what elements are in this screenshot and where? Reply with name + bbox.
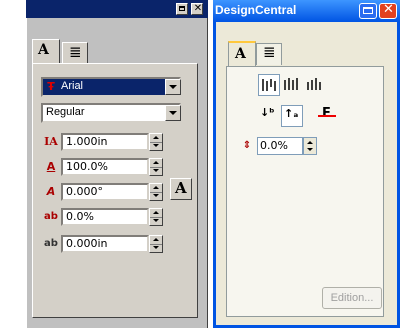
subscript-button[interactable]: ↑ₐ (281, 105, 303, 127)
align-center-icon (284, 78, 298, 90)
style-dropdown-button[interactable] (165, 105, 181, 121)
font-size-icon: IA (44, 135, 58, 148)
character-tab-icon: A (38, 42, 49, 58)
obliquing-icon: A (46, 185, 56, 198)
close-icon: ✕ (193, 3, 203, 14)
strike-line (318, 115, 336, 117)
character-panel: ↓ᵇ ↑ₐ F ⇕ 0.0% Edition... (226, 66, 384, 317)
designcentral-title-bar: DesignCentral ✕ (213, 0, 400, 22)
tab-paragraph[interactable]: ≣ (62, 42, 88, 63)
tracking-field[interactable]: 0.0% (61, 208, 149, 226)
font-size-spinner[interactable] (149, 133, 163, 151)
paragraph-tab-icon: ≣ (263, 43, 276, 61)
tab-character[interactable]: A (32, 39, 60, 63)
font-size-field[interactable]: 1.000in (61, 133, 149, 151)
baseline-offset-spinner[interactable] (149, 235, 163, 253)
text-style-button[interactable]: A (170, 178, 192, 200)
minimize-button[interactable] (176, 3, 188, 15)
line-spacing-field[interactable]: 0.0% (257, 137, 303, 155)
line-spacing-icon: ⇕ (242, 140, 252, 151)
chevron-down-icon (169, 111, 177, 115)
close-button[interactable]: ✕ (191, 3, 203, 15)
close-button[interactable]: ✕ (379, 2, 397, 19)
subscript-icon: ↑ₐ (284, 107, 299, 120)
palette-title: DesignCentral (215, 3, 297, 17)
font-combo[interactable]: Ŧ Arial (41, 77, 181, 97)
restore-icon (363, 7, 373, 14)
edition-button[interactable]: Edition... (322, 287, 382, 309)
truetype-icon: Ŧ (47, 80, 55, 93)
width-scale-spinner[interactable] (149, 158, 163, 176)
font-dropdown-button[interactable] (165, 79, 181, 95)
tracking-spinner[interactable] (149, 208, 163, 226)
width-scale-icon: A (46, 160, 56, 173)
obliquing-spinner[interactable] (149, 183, 163, 201)
superscript-icon: ↓ᵇ (260, 106, 275, 119)
designcentral-body: A ≣ ↓ᵇ ↑ₐ F ⇕ 0.0% Edition... (216, 22, 397, 325)
font-name: Arial (61, 80, 84, 92)
chevron-down-icon (169, 85, 177, 89)
character-tab-icon: A (235, 46, 246, 62)
line-spacing-spinner[interactable] (303, 137, 317, 155)
align-left-button[interactable] (258, 74, 280, 96)
close-icon: ✕ (383, 2, 394, 17)
text-style-icon: A (175, 179, 187, 197)
tracking-icon: ab (44, 211, 58, 222)
strike-icon: F (322, 106, 331, 121)
tab-paragraph[interactable]: ≣ (256, 43, 282, 65)
minimize-button[interactable] (359, 3, 377, 19)
obliquing-field[interactable]: 0.000° (61, 183, 149, 201)
restore-icon (179, 6, 185, 11)
style-combo[interactable]: Regular (41, 103, 181, 123)
align-right-button[interactable] (304, 74, 326, 96)
style-name: Regular (46, 106, 85, 118)
baseline-offset-field[interactable]: 0.000in (61, 235, 149, 253)
left-palette: ✕ A ≣ Ŧ Arial Regular IA 1.000in A 100.0… (0, 0, 208, 328)
width-scale-field[interactable]: 100.0% (61, 158, 149, 176)
designcentral-palette: DesignCentral ✕ A ≣ ↓ᵇ ↑ₐ F ⇕ 0.0% Editi… (213, 0, 400, 328)
align-left-icon (262, 79, 276, 91)
tab-character[interactable]: A (228, 41, 256, 67)
left-palette-body: A ≣ Ŧ Arial Regular IA 1.000in A 100.0% … (26, 18, 208, 328)
character-panel: Ŧ Arial Regular IA 1.000in A 100.0% A 0.… (32, 63, 198, 318)
left-title-bar: ✕ (26, 0, 208, 18)
superscript-button[interactable]: ↓ᵇ (258, 105, 280, 127)
align-right-icon (307, 78, 321, 90)
baseline-offset-icon: ab (44, 238, 58, 249)
paragraph-tab-icon: ≣ (69, 43, 82, 61)
align-center-button[interactable] (281, 74, 303, 96)
strike-button[interactable]: F (317, 105, 339, 127)
